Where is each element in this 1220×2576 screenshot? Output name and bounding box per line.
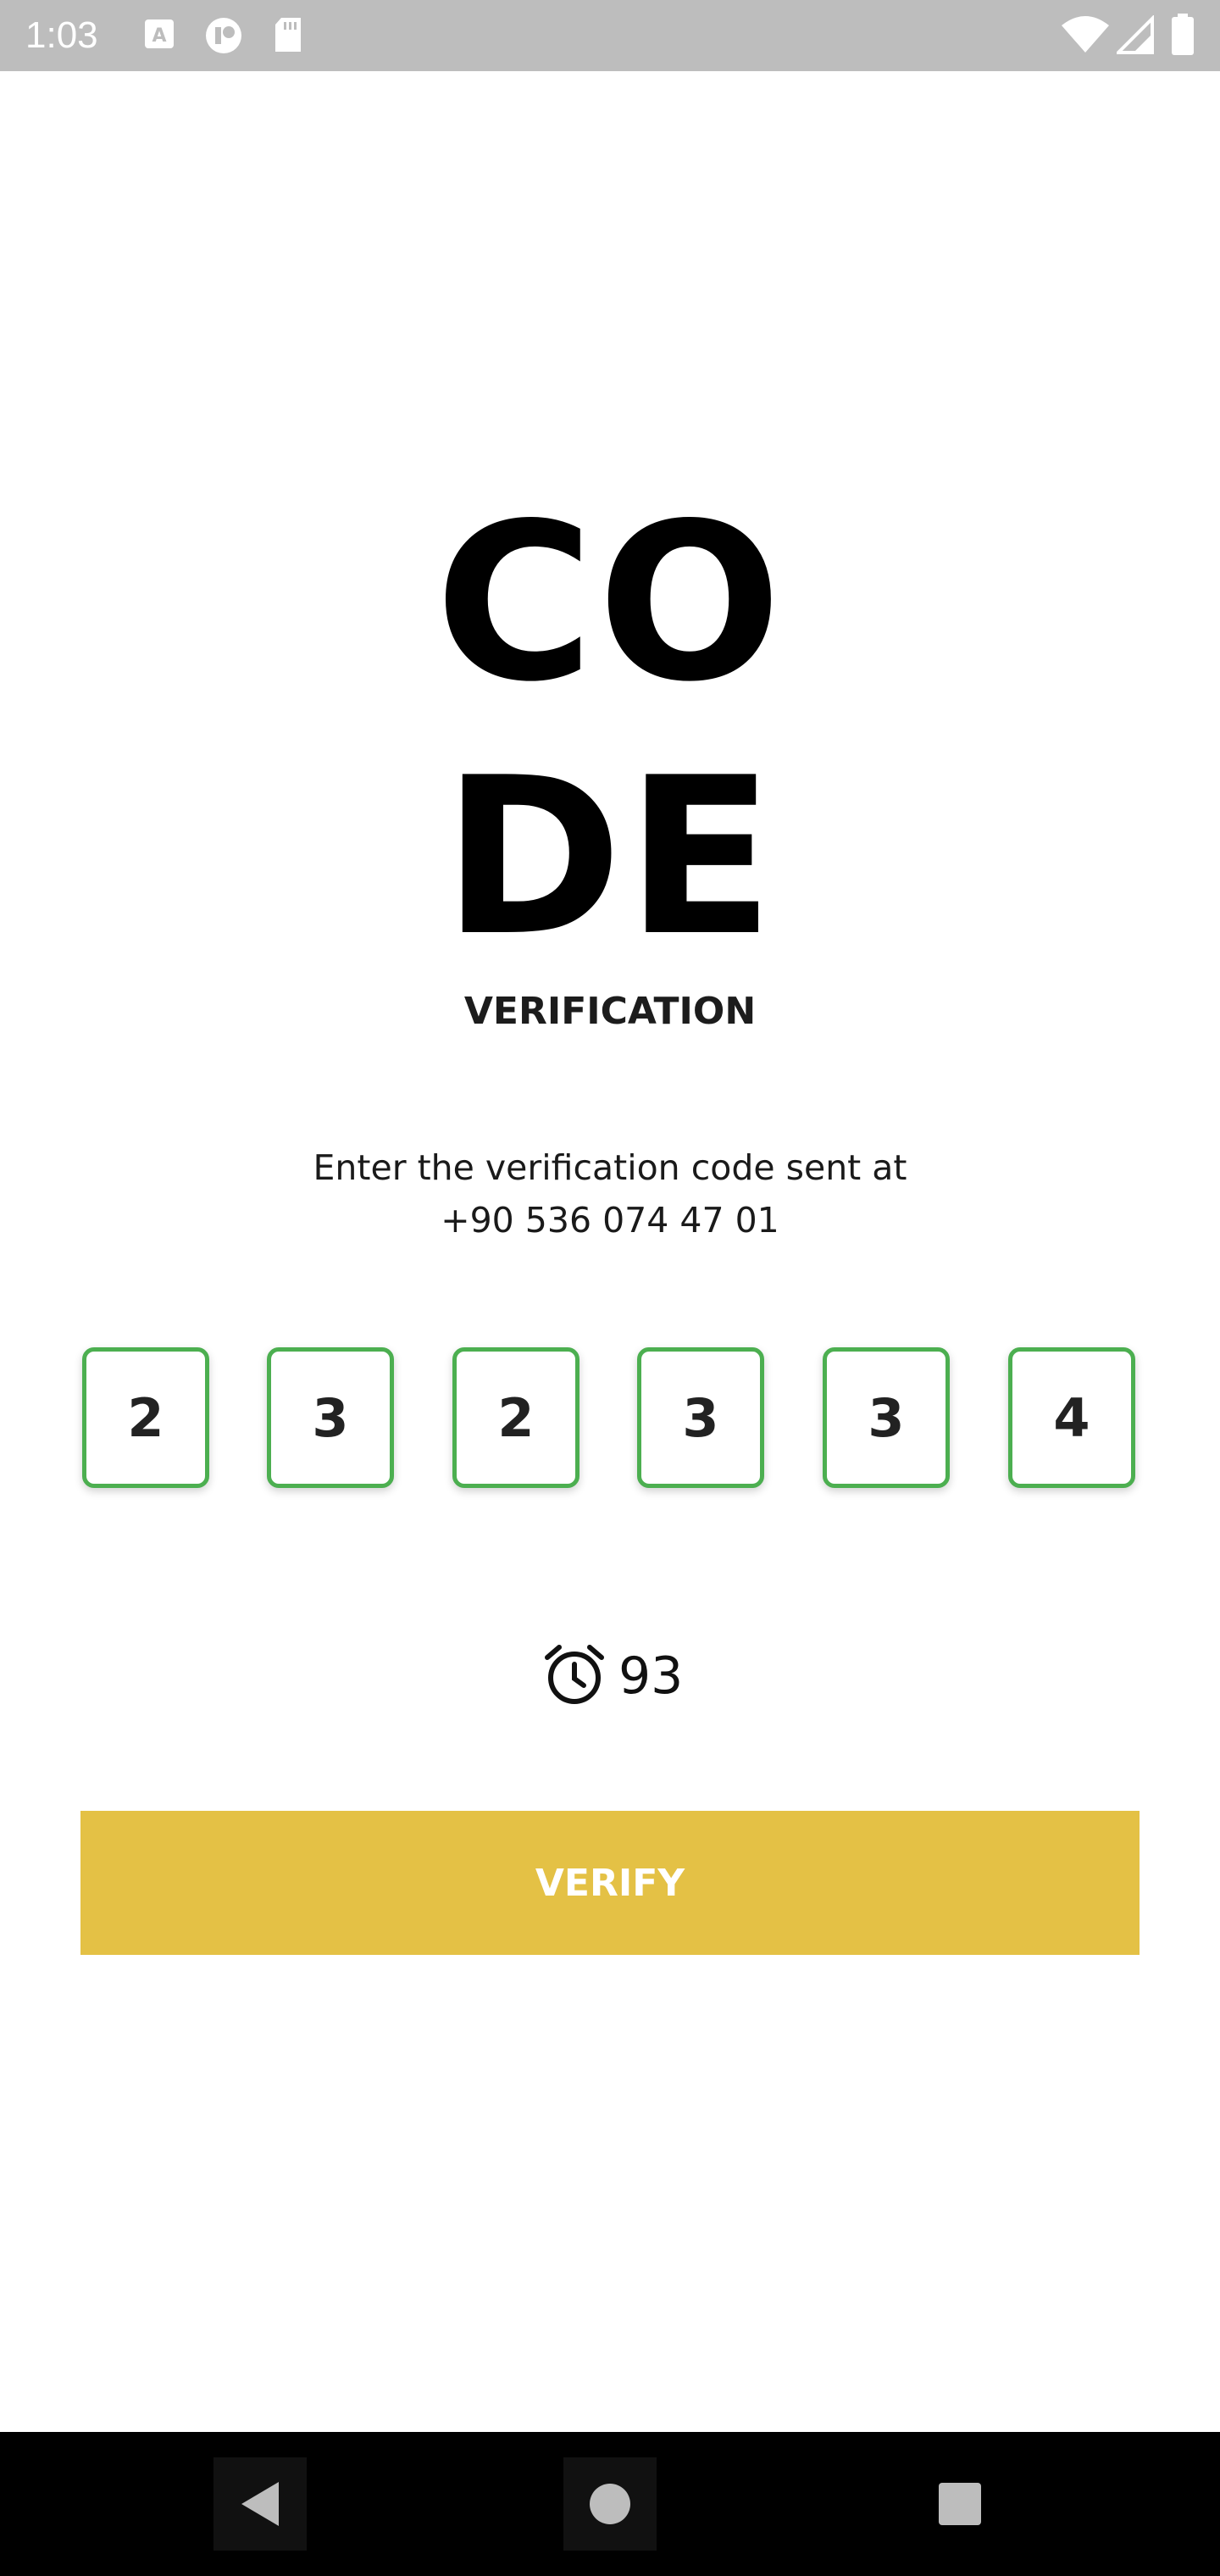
status-bar: 1:03 A [0,0,1220,71]
verify-button[interactable]: VERIFY [80,1811,1140,1955]
recents-icon[interactable] [913,2457,1006,2551]
code-digit-3[interactable]: 2 [452,1347,580,1488]
timer-value: 93 [618,1646,684,1706]
countdown-timer: 93 [542,1641,683,1712]
code-digit-5[interactable]: 3 [823,1347,950,1488]
subtitle: VERIFICATION [463,990,757,1033]
svg-text:A: A [152,25,166,47]
battery-icon [1171,14,1195,60]
a-icon: A [144,17,175,55]
code-digit-1[interactable]: 2 [82,1347,209,1488]
code-digit-2[interactable]: 3 [267,1347,394,1488]
phone-number: +90 536 074 47 01 [441,1200,779,1241]
alarm-clock-icon [542,1642,607,1711]
navigation-bar [0,2432,1220,2576]
signal-icon [1114,14,1154,58]
wifi-icon [1061,15,1110,58]
notification-app-icon [203,17,244,58]
title-line-1: CO [435,477,785,730]
verification-screen: 1:03 A CO DE VERIFICATION Enter the veri… [0,0,1220,2576]
code-digit-4[interactable]: 3 [637,1347,764,1488]
sd-card-icon [273,17,303,57]
status-time: 1:03 [25,14,98,56]
title-line-2: DE [442,731,778,984]
instruction-text: Enter the verification code sent at [313,1147,907,1188]
back-icon[interactable] [214,2457,307,2551]
home-icon[interactable] [563,2457,657,2551]
code-digit-6[interactable]: 4 [1008,1347,1135,1488]
